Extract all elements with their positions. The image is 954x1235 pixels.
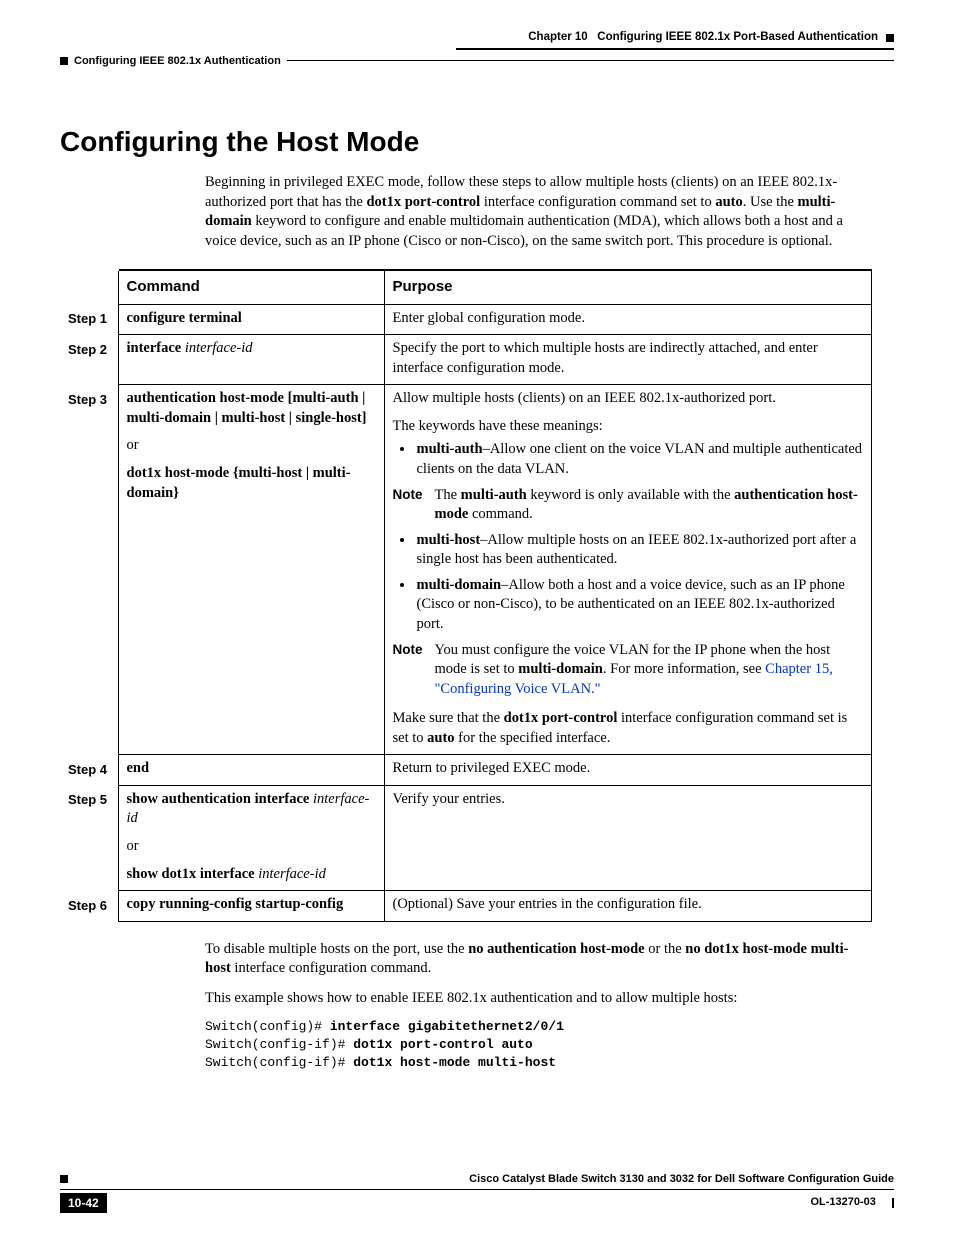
table-row: Step 5 show authentication interface int… [60, 785, 872, 890]
step-label: Step 2 [60, 335, 118, 385]
header-square-icon [886, 34, 894, 42]
table-row: Step 4 end Return to privileged EXEC mod… [60, 755, 872, 786]
table-row: Step 3 authentication host-mode [multi-a… [60, 385, 872, 755]
step-label: Step 4 [60, 755, 118, 786]
subheader-square-icon [60, 57, 68, 65]
step-label: Step 3 [60, 385, 118, 755]
step-label: Step 5 [60, 785, 118, 890]
footer-square-icon [60, 1175, 68, 1183]
step-label: Step 1 [60, 304, 118, 335]
table-row: Step 6 copy running-config startup-confi… [60, 891, 872, 922]
sub-header: Configuring IEEE 802.1x Authentication [60, 54, 894, 69]
chapter-title: Configuring IEEE 802.1x Port-Based Authe… [597, 30, 878, 46]
steps-table: Command Purpose Step 1 configure termina… [60, 269, 872, 921]
step-label: Step 6 [60, 891, 118, 922]
section-title: Configuring the Host Mode [60, 123, 894, 161]
intro-paragraph: Beginning in privileged EXEC mode, follo… [205, 173, 872, 251]
chapter-number: Chapter 10 [528, 30, 587, 46]
guide-title: Cisco Catalyst Blade Switch 3130 and 303… [469, 1172, 894, 1187]
note-label: Note [393, 641, 423, 700]
running-header: Chapter 10 Configuring IEEE 802.1x Port-… [60, 30, 894, 46]
page-footer: Cisco Catalyst Blade Switch 3130 and 303… [60, 1172, 894, 1213]
after-table-text: To disable multiple hosts on the port, u… [205, 940, 872, 1071]
header-command: Command [118, 270, 384, 304]
note-label: Note [393, 486, 423, 525]
code-example: Switch(config)# interface gigabitetherne… [205, 1018, 872, 1071]
table-row: Step 1 configure terminal Enter global c… [60, 304, 872, 335]
doc-number: OL-13270-03 [810, 1196, 875, 1208]
subheader-title: Configuring IEEE 802.1x Authentication [74, 54, 281, 69]
page-number-badge: 10-42 [60, 1193, 107, 1213]
header-purpose: Purpose [384, 270, 872, 304]
table-row: Step 2 interface interface-id Specify th… [60, 335, 872, 385]
